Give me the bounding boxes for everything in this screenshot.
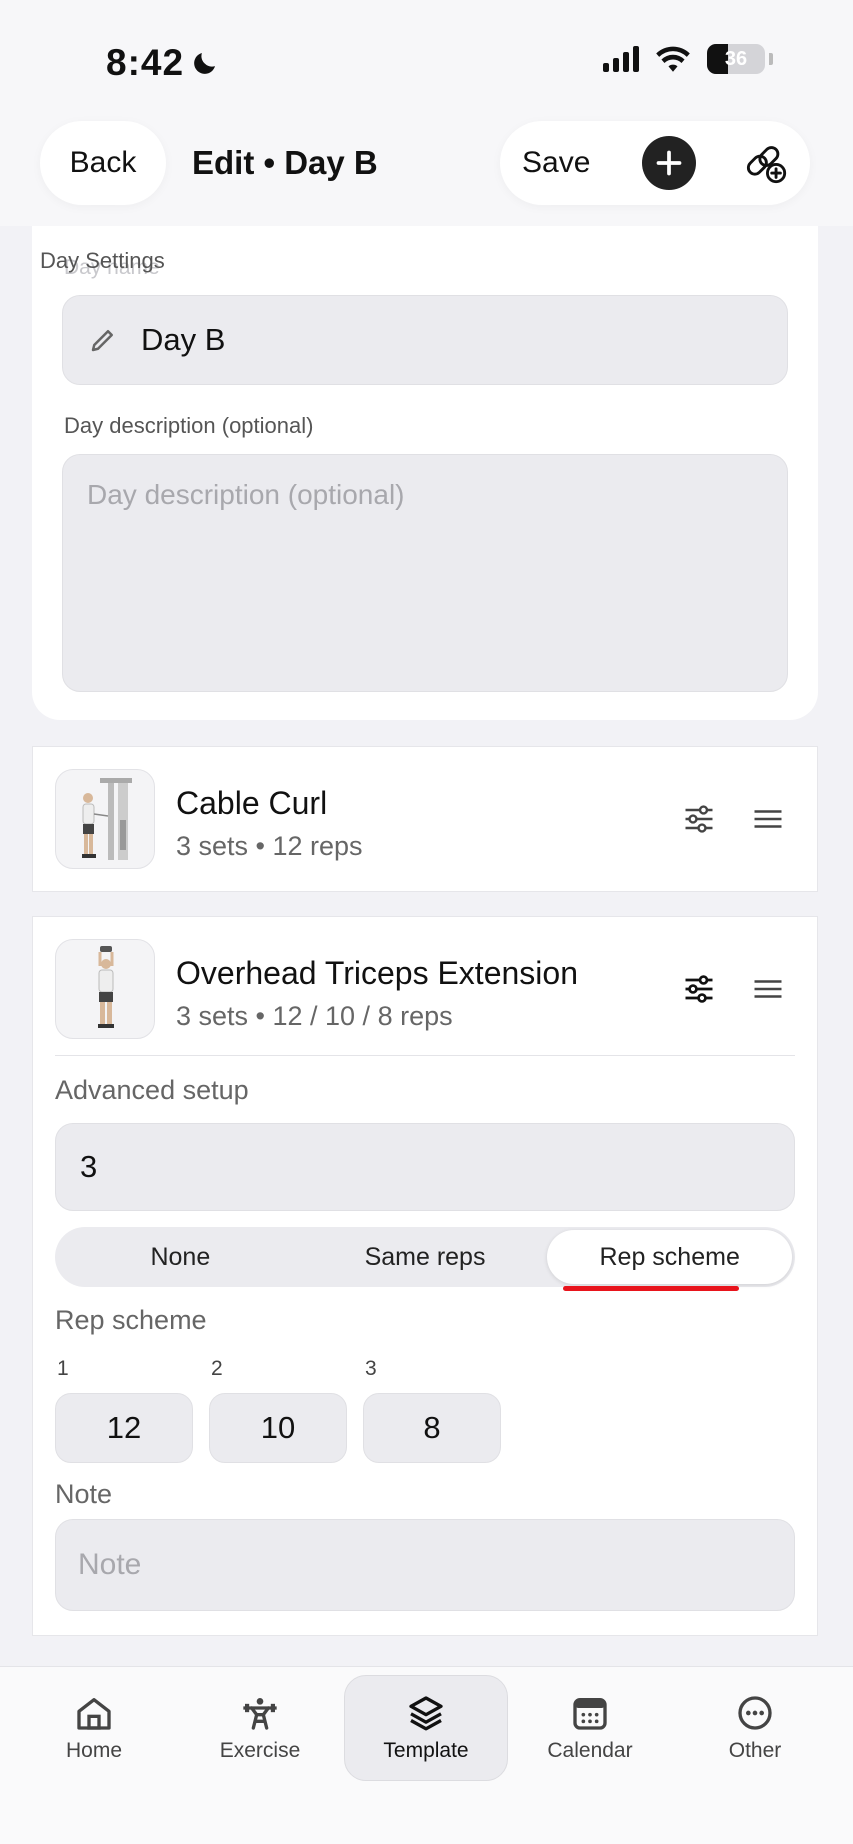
day-name-value: Day B: [141, 322, 226, 357]
drag-handle-icon[interactable]: [750, 801, 786, 837]
tab-label: Other: [728, 1739, 782, 1762]
note-label: Note: [55, 1479, 113, 1509]
exercise-name: Cable Curl: [176, 785, 328, 821]
triceps-extension-illustration-icon: [98, 946, 114, 1028]
exercise-card[interactable]: Cable Curl 3 sets • 12 reps: [32, 746, 818, 892]
rep-set-column: 2 10: [209, 1357, 347, 1463]
page-title: Edit • Day B: [192, 144, 378, 181]
wifi-icon: [656, 46, 690, 72]
divider: [55, 1055, 795, 1056]
sliders-icon[interactable]: [681, 971, 717, 1007]
rep-set-column: 1 12: [55, 1357, 193, 1463]
tab-calendar[interactable]: Calendar: [508, 1675, 672, 1781]
tab-template[interactable]: Template: [344, 1675, 508, 1781]
exercise-meta: 3 sets • 12 reps: [176, 831, 363, 861]
rep-input[interactable]: 8: [363, 1393, 501, 1463]
battery-icon: 36: [707, 44, 765, 74]
rep-mode-segmented-control: None Same reps Rep scheme: [55, 1227, 795, 1287]
segment-rep-scheme[interactable]: Rep scheme: [547, 1230, 793, 1284]
signal-icon: [603, 46, 639, 72]
rep-set-number: 2: [211, 1357, 223, 1380]
status-indicators: 36: [603, 44, 773, 74]
section-title: Day Settings: [40, 248, 165, 273]
weightlifter-icon: [243, 1698, 277, 1730]
moon-icon: [194, 53, 216, 74]
rep-input[interactable]: 10: [209, 1393, 347, 1463]
rep-set-number: 3: [365, 1357, 377, 1380]
plus-icon: [657, 150, 682, 176]
link-add-icon: [747, 146, 787, 184]
tab-label: Template: [383, 1739, 469, 1762]
tab-label: Exercise: [219, 1739, 301, 1762]
segment-none[interactable]: None: [58, 1230, 303, 1284]
drag-handle-icon[interactable]: [750, 971, 786, 1007]
add-button[interactable]: [642, 136, 697, 190]
rep-set-number: 1: [57, 1357, 69, 1380]
tab-label: Calendar: [547, 1739, 633, 1762]
exercise-card[interactable]: Overhead Triceps Extension 3 sets • 12 /…: [32, 916, 818, 1636]
rep-set-column: 3 8: [363, 1357, 501, 1463]
advanced-setup-label: Advanced setup: [55, 1075, 249, 1105]
exercise-meta: 3 sets • 12 / 10 / 8 reps: [176, 1001, 453, 1031]
rep-scheme-label: Rep scheme: [55, 1305, 207, 1335]
selection-underline: [563, 1286, 739, 1291]
header-actions: Save: [500, 121, 810, 205]
note-input[interactable]: Note: [55, 1519, 795, 1611]
cable-curl-illustration-icon: [82, 778, 132, 860]
day-description-input[interactable]: Day description (optional): [62, 454, 788, 692]
rep-input[interactable]: 12: [55, 1393, 193, 1463]
layers-icon: [409, 1696, 443, 1731]
tab-home[interactable]: Home: [12, 1675, 176, 1781]
tab-bar: Home Exercise Template Calendar Other: [0, 1666, 853, 1844]
sets-input[interactable]: 3: [55, 1123, 795, 1211]
battery-tip: [769, 53, 773, 65]
exercise-thumbnail: [55, 769, 155, 869]
sliders-icon[interactable]: [681, 801, 717, 837]
exercise-name: Overhead Triceps Extension: [176, 955, 578, 991]
link-exercise-button[interactable]: [742, 139, 790, 187]
exercise-thumbnail: [55, 939, 155, 1039]
tab-label: Home: [65, 1739, 123, 1762]
status-time: 8:42: [106, 42, 220, 84]
day-name-input[interactable]: Day B: [62, 295, 788, 385]
home-icon: [77, 1698, 111, 1730]
calendar-icon: [573, 1698, 607, 1730]
more-icon: [738, 1696, 772, 1730]
segment-same-reps[interactable]: Same reps: [303, 1230, 548, 1284]
tab-exercise[interactable]: Exercise: [178, 1675, 342, 1781]
save-button[interactable]: Save: [522, 146, 590, 180]
day-description-label: Day description (optional): [64, 413, 314, 438]
tab-other[interactable]: Other: [673, 1675, 837, 1781]
pencil-icon: [87, 324, 119, 356]
back-button[interactable]: Back: [40, 121, 166, 205]
nav-header: Back Edit • Day B Save: [0, 100, 853, 226]
